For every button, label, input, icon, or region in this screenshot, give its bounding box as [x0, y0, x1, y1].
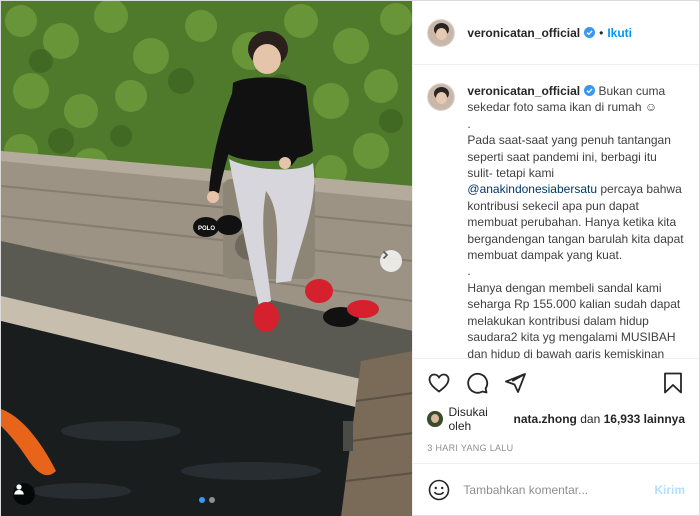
caption-text: veronicatan_official Bukan cuma sekedar …: [467, 83, 685, 358]
header-separator: •: [599, 25, 604, 40]
caption-username[interactable]: veronicatan_official: [467, 84, 580, 98]
bookmark-icon: [664, 372, 682, 394]
share-icon: [505, 373, 527, 393]
post-dialog: POLO veronicatan_official • Ikuti veroni…: [0, 0, 700, 516]
carousel-indicator: [198, 497, 215, 503]
carousel-dot-active: [198, 497, 205, 503]
likes-suffix[interactable]: lainnya: [644, 412, 685, 426]
post-header: veronicatan_official • Ikuti: [413, 1, 699, 65]
caption-line: Hanya dengan membeli sandal kami seharga…: [467, 280, 681, 358]
share-button[interactable]: [503, 371, 527, 395]
heart-icon: [429, 373, 450, 393]
verified-badge-icon: [584, 85, 596, 96]
comment-icon: [467, 372, 489, 394]
photo-illustration: POLO: [1, 1, 413, 516]
follow-button[interactable]: Ikuti: [607, 26, 632, 40]
next-arrow-icon: [383, 250, 389, 260]
post-actions: Disukai oleh nata.zhong dan 16,933 lainn…: [413, 358, 699, 463]
post-side-panel: veronicatan_official • Ikuti veronicatan…: [412, 1, 699, 515]
post-timestamp[interactable]: 3 HARI YANG LALU: [427, 443, 685, 453]
likes-joiner: dan: [580, 412, 601, 426]
comment-input[interactable]: Tambahkan komentar...: [463, 483, 654, 497]
action-icons: [427, 367, 685, 399]
comments-area: veronicatan_official Bukan cuma sekedar …: [413, 65, 699, 358]
caption-line: .: [467, 116, 471, 131]
post-comment-button[interactable]: Kirim: [654, 483, 685, 497]
comment-button[interactable]: [465, 371, 489, 395]
caption-mention-link[interactable]: @anakindonesiabersatu: [467, 182, 597, 196]
author-username[interactable]: veronicatan_official: [467, 26, 580, 40]
add-comment-bar: Tambahkan komentar... Kirim: [413, 463, 699, 515]
carousel-dot: [208, 497, 215, 503]
like-button[interactable]: [427, 371, 451, 395]
caption-line: Pada saat-saat yang penuh tantangan sepe…: [467, 133, 671, 181]
emoji-icon: [429, 479, 450, 500]
likes-count[interactable]: 16,933: [604, 412, 641, 426]
author-avatar[interactable]: [427, 18, 456, 47]
likes-summary: Disukai oleh nata.zhong dan 16,933 lainn…: [427, 405, 685, 433]
svg-text:POLO: POLO: [198, 226, 215, 232]
liker-username[interactable]: nata.zhong: [514, 412, 577, 426]
emoji-button[interactable]: [427, 478, 451, 502]
liker-avatar[interactable]: [427, 411, 443, 427]
caption-line: .: [467, 264, 471, 279]
post-photo[interactable]: POLO: [1, 1, 413, 516]
caption-author-avatar[interactable]: [427, 83, 456, 111]
verified-badge-icon: [584, 27, 596, 38]
likes-prefix: Disukai oleh: [448, 405, 488, 433]
user-tag-icon: [14, 484, 24, 495]
user-tag-button[interactable]: [13, 483, 35, 505]
save-button[interactable]: [661, 371, 685, 395]
caption: veronicatan_official Bukan cuma sekedar …: [427, 83, 685, 358]
